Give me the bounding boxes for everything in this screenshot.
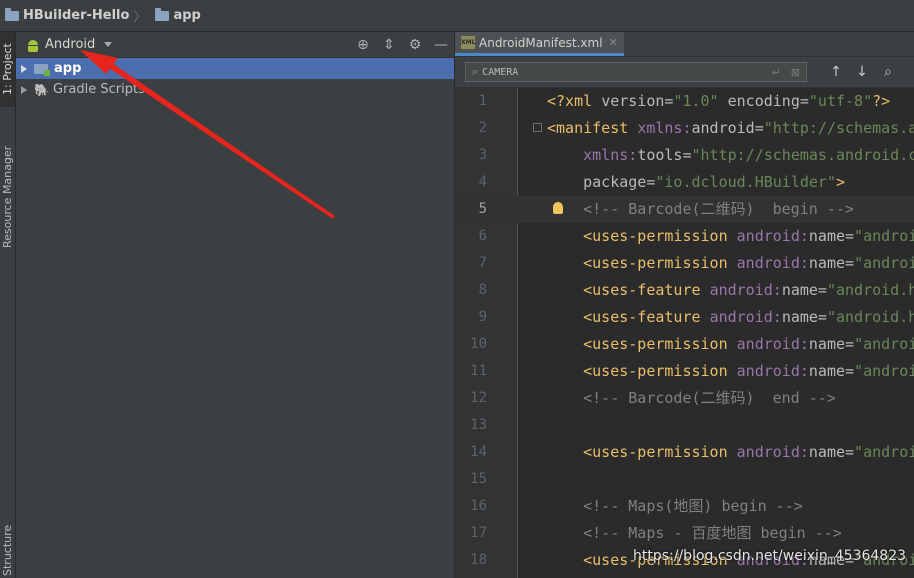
clear-search-icon[interactable]: ⊠ <box>791 66 800 79</box>
project-panel: Android ⊕ ⇕ ⚙ — app 🐘 Gradle Scripts <box>16 32 455 578</box>
line-number: 1 <box>478 93 487 109</box>
line-number: 2 <box>478 120 487 136</box>
line-number: 5 <box>478 201 487 217</box>
code-area[interactable]: 1 <?xml version="1.0" encoding="utf-8"?> 2… <box>455 88 914 578</box>
tree-item-app[interactable]: app <box>16 58 454 79</box>
tree-item-label: app <box>54 61 82 76</box>
code-line[interactable]: 7 <uses-permission android:name="androi <box>455 250 914 277</box>
line-number: 18 <box>470 552 487 568</box>
code-text: <?xml version="1.0" encoding="utf-8"?> <box>547 92 891 110</box>
line-number: 11 <box>470 363 487 379</box>
search-box: ⌕ ↵ ⊠ <box>465 62 807 82</box>
minimize-icon[interactable]: — <box>428 32 454 57</box>
project-view-selector[interactable]: Android <box>45 37 95 52</box>
tool-tab-structure[interactable]: Structure <box>0 522 15 578</box>
previous-occurrence-icon[interactable]: ↑ <box>823 62 849 82</box>
search-navigation: ↑ ↓ ⌕ <box>823 62 901 82</box>
collapse-all-icon[interactable]: ⇕ <box>376 32 402 57</box>
code-text: <manifest xmlns:android="http://schemas.… <box>547 119 914 137</box>
gradle-icon: 🐘 <box>34 82 49 97</box>
code-line[interactable]: 1 <?xml version="1.0" encoding="utf-8"?> <box>455 88 914 115</box>
module-folder-icon <box>34 63 50 76</box>
code-line[interactable]: 8 <uses-feature android:name="android.h <box>455 277 914 304</box>
code-text: package="io.dcloud.HBuilder"> <box>583 173 846 191</box>
code-line[interactable]: 11 <uses-permission android:name="androi <box>455 358 914 385</box>
code-text: <!-- Barcode(二维码) begin --> <box>547 200 854 218</box>
chevron-down-icon[interactable] <box>104 42 113 47</box>
tool-tab-resource-manager[interactable]: Resource Manager <box>0 122 15 272</box>
code-text: <uses-feature android:name="android.h <box>583 308 914 326</box>
xml-file-icon: XML <box>461 36 475 49</box>
code-line[interactable]: 9 <uses-feature android:name="android.h <box>455 304 914 331</box>
code-line[interactable]: 6 <uses-permission android:name="androi <box>455 223 914 250</box>
line-number: 3 <box>478 147 487 163</box>
code-line[interactable]: 5 <!-- Barcode(二维码) begin --> <box>455 196 914 223</box>
left-tool-strip: 1: Project Resource Manager Structure <box>0 32 16 578</box>
line-number: 12 <box>470 390 487 406</box>
search-icon[interactable]: ⌕ <box>472 65 478 79</box>
code-text: xmlns:tools="http://schemas.android.c <box>583 146 914 164</box>
code-text: <uses-permission android:name="androi <box>583 335 914 353</box>
breadcrumb: HBuilder-Hello 〉 app <box>0 0 914 32</box>
expand-arrow-icon[interactable] <box>21 64 27 73</box>
line-number: 8 <box>478 282 487 298</box>
line-number: 14 <box>470 444 487 460</box>
code-line[interactable]: 12 <!-- Barcode(二维码) end --> <box>455 385 914 412</box>
watermark: https://blog.csdn.net/weixin_45364823 <box>633 548 907 564</box>
code-line[interactable]: 3 xmlns:tools="http://schemas.android.c <box>455 142 914 169</box>
line-number: 10 <box>470 336 487 352</box>
tab-label: AndroidManifest.xml <box>479 35 603 50</box>
tree-item-label: Gradle Scripts <box>53 82 145 97</box>
line-number: 15 <box>470 471 487 487</box>
project-folder-icon <box>5 7 19 21</box>
project-panel-header: Android ⊕ ⇕ ⚙ — <box>16 32 454 58</box>
code-text: <uses-feature android:name="android.h <box>583 281 914 299</box>
code-line[interactable]: 14 <uses-permission android:name="androi <box>455 439 914 466</box>
code-text: <!-- Maps(地图) begin --> <box>547 497 803 515</box>
code-line[interactable]: 17 <!-- Maps - 百度地图 begin --> <box>455 520 914 547</box>
code-text: <!-- Maps - 百度地图 begin --> <box>547 524 842 542</box>
locate-file-icon[interactable]: ⊕ <box>350 32 376 57</box>
code-text: <uses-permission android:name="androi <box>583 362 914 380</box>
line-number: 6 <box>478 228 487 244</box>
new-line-icon[interactable]: ↵ <box>772 66 781 79</box>
tool-tab-project[interactable]: 1: Project <box>0 32 15 107</box>
project-panel-toolbar: ⊕ ⇕ ⚙ — <box>350 32 454 57</box>
line-number: 7 <box>478 255 487 271</box>
code-line[interactable]: 16 <!-- Maps(地图) begin --> <box>455 493 914 520</box>
line-number: 13 <box>470 417 487 433</box>
editor: XML AndroidManifest.xml ✕ ⌕ ↵ ⊠ ↑ ↓ ⌕ 1 <… <box>455 32 914 578</box>
breadcrumb-separator-icon: 〉 <box>133 10 147 25</box>
expand-arrow-icon[interactable] <box>21 85 27 94</box>
code-line[interactable]: 10 <uses-permission android:name="androi <box>455 331 914 358</box>
breadcrumb-project[interactable]: HBuilder-Hello <box>23 8 129 23</box>
code-text: <uses-permission android:name="androi <box>583 227 914 245</box>
android-icon <box>26 38 40 52</box>
tree-item-gradle-scripts[interactable]: 🐘 Gradle Scripts <box>16 79 454 100</box>
module-folder-icon <box>155 7 170 21</box>
tab-android-manifest[interactable]: XML AndroidManifest.xml ✕ <box>455 32 624 56</box>
find-all-icon[interactable]: ⌕ <box>875 62 901 82</box>
close-icon[interactable]: ✕ <box>609 36 618 49</box>
editor-tab-bar: XML AndroidManifest.xml ✕ <box>455 32 914 57</box>
line-number: 4 <box>478 174 487 190</box>
code-text: <!-- Barcode(二维码) end --> <box>547 389 836 407</box>
line-number: 9 <box>478 309 487 325</box>
line-number: 17 <box>470 525 487 541</box>
code-line[interactable]: 13 <box>455 412 914 439</box>
line-number: 16 <box>470 498 487 514</box>
code-line[interactable]: 2 <manifest xmlns:android="http://schemas… <box>455 115 914 142</box>
breadcrumb-module[interactable]: app <box>173 8 200 23</box>
code-line[interactable]: 4 package="io.dcloud.HBuilder"> <box>455 169 914 196</box>
code-text: <uses-permission android:name="androi <box>583 443 914 461</box>
find-bar: ⌕ ↵ ⊠ ↑ ↓ ⌕ <box>455 57 914 88</box>
fold-icon[interactable] <box>533 123 542 132</box>
code-text: <uses-permission android:name="androi <box>583 254 914 272</box>
gear-icon[interactable]: ⚙ <box>402 32 428 57</box>
next-occurrence-icon[interactable]: ↓ <box>849 62 875 82</box>
search-input[interactable] <box>482 64 772 80</box>
code-line[interactable]: 15 <box>455 466 914 493</box>
